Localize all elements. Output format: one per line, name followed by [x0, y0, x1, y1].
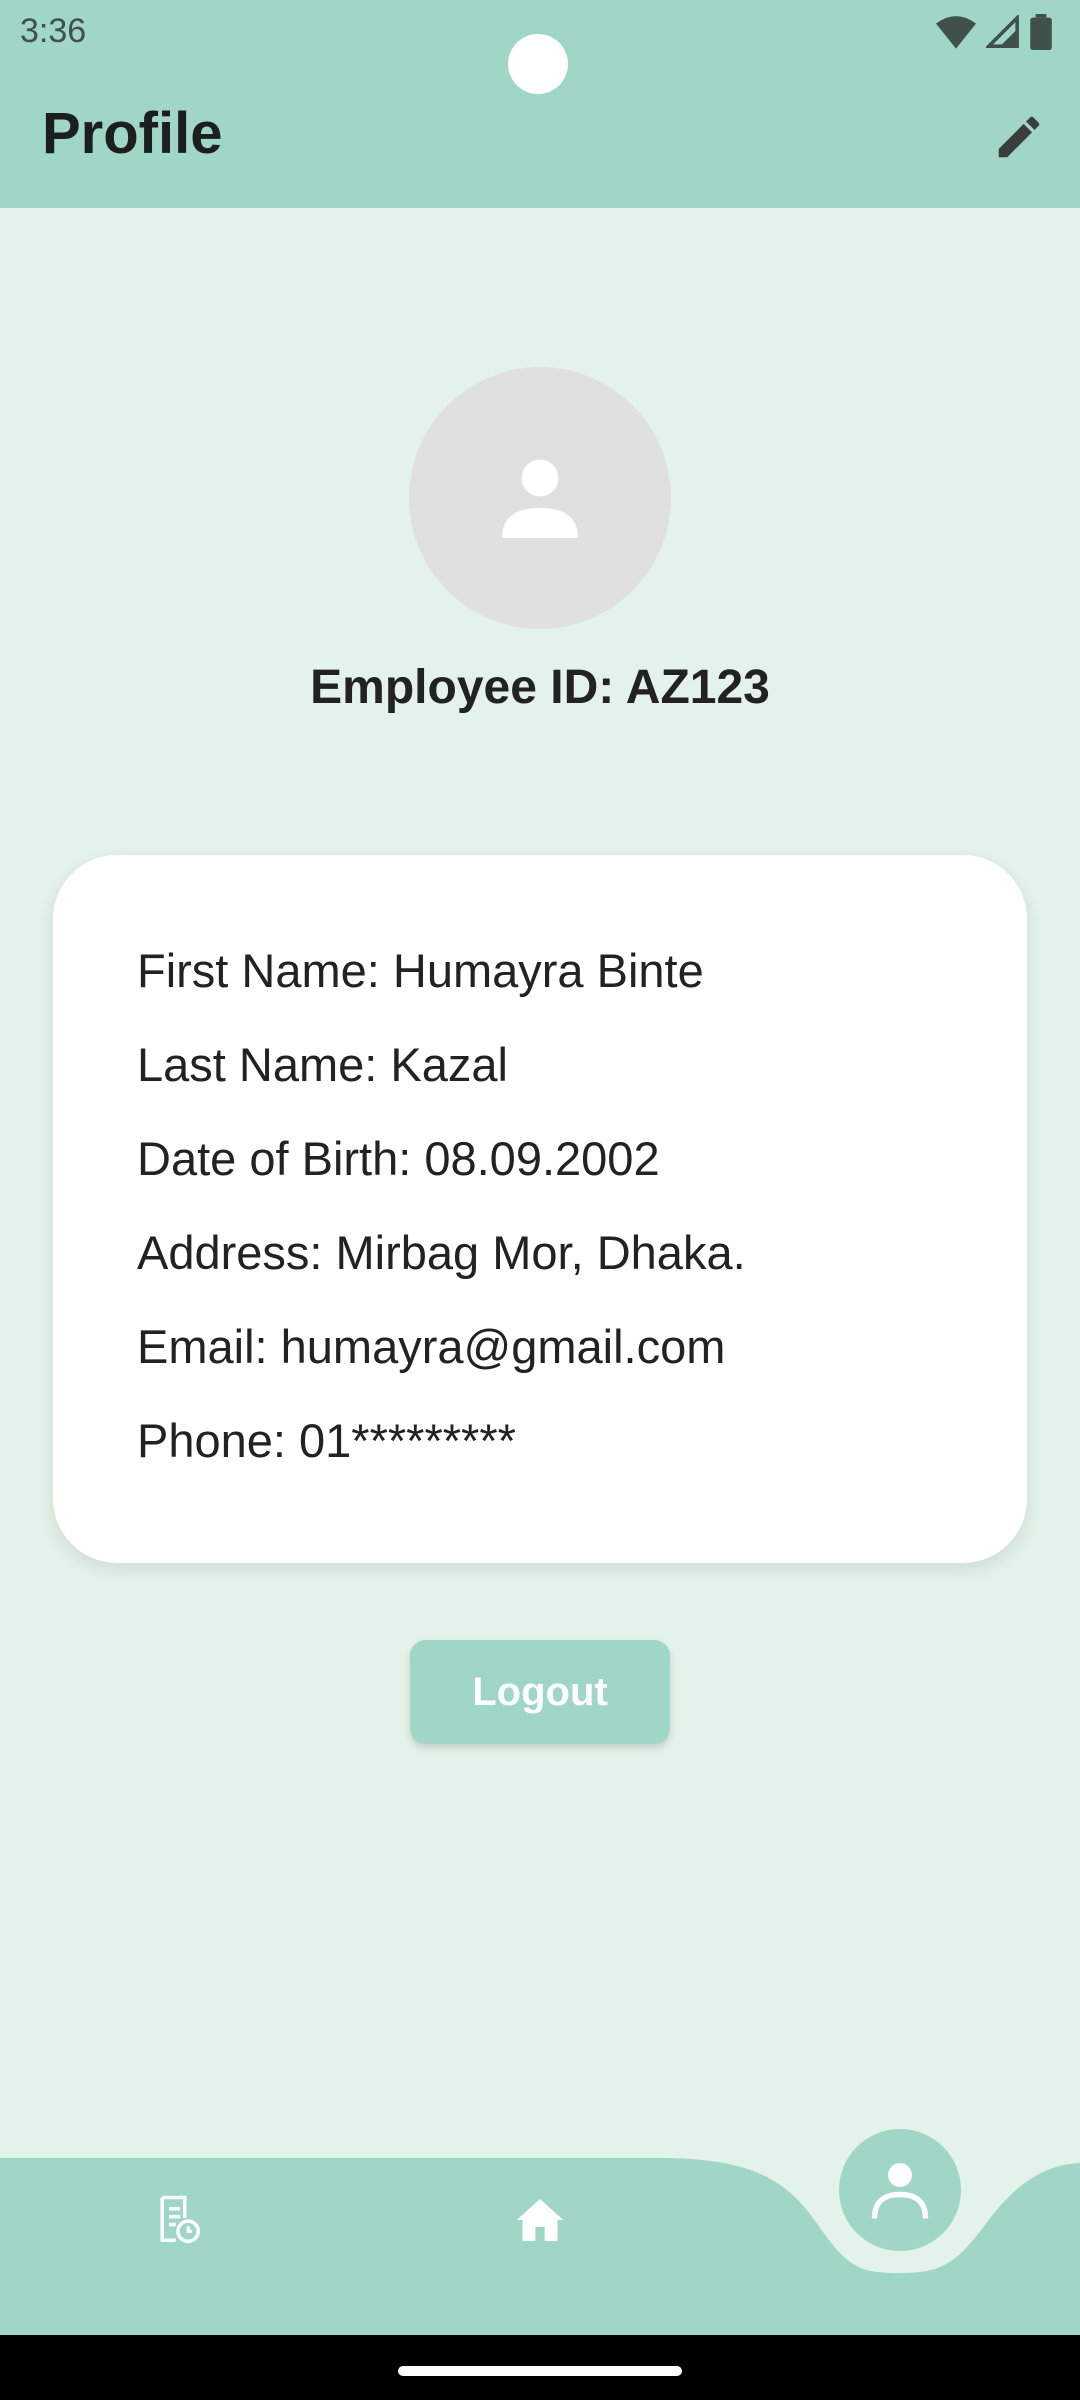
nav-profile-button[interactable] [839, 2129, 961, 2251]
email-field: Email: humayra@gmail.com [137, 1320, 726, 1373]
profile-card: First Name: Humayra Binte Last Name: Kaz… [53, 855, 1027, 1563]
nav-home-button[interactable] [510, 2190, 570, 2250]
camera-cutout [508, 34, 568, 94]
signal-icon [986, 15, 1019, 48]
avatar [409, 367, 671, 629]
last-name-field: Last Name: Kazal [137, 1038, 508, 1091]
page-title: Profile [42, 101, 223, 166]
phone-field: Phone: 01********* [137, 1414, 516, 1467]
edit-button[interactable] [986, 104, 1052, 170]
employee-id: Employee ID: AZ123 [310, 661, 770, 714]
wifi-icon [936, 16, 976, 49]
home-gesture-handle[interactable] [398, 2366, 682, 2376]
person-icon [502, 459, 578, 538]
status-time: 3:36 [20, 12, 87, 50]
home-icon [516, 2199, 564, 2241]
status-icons [936, 12, 1052, 52]
address-field: Address: Mirbag Mor, Dhaka. [137, 1226, 746, 1279]
battery-icon [1030, 14, 1052, 50]
first-name-field: First Name: Humayra Binte [137, 944, 704, 997]
attendance-history-icon [160, 2195, 201, 2244]
logout-button[interactable]: Logout [410, 1640, 670, 1744]
app-bar: 3:36 Profile [0, 0, 1080, 208]
pencil-icon [998, 116, 1040, 158]
date-of-birth-field: Date of Birth: 08.09.2002 [137, 1132, 660, 1185]
profile-icon [871, 2163, 929, 2219]
nav-history-button[interactable] [148, 2190, 208, 2250]
